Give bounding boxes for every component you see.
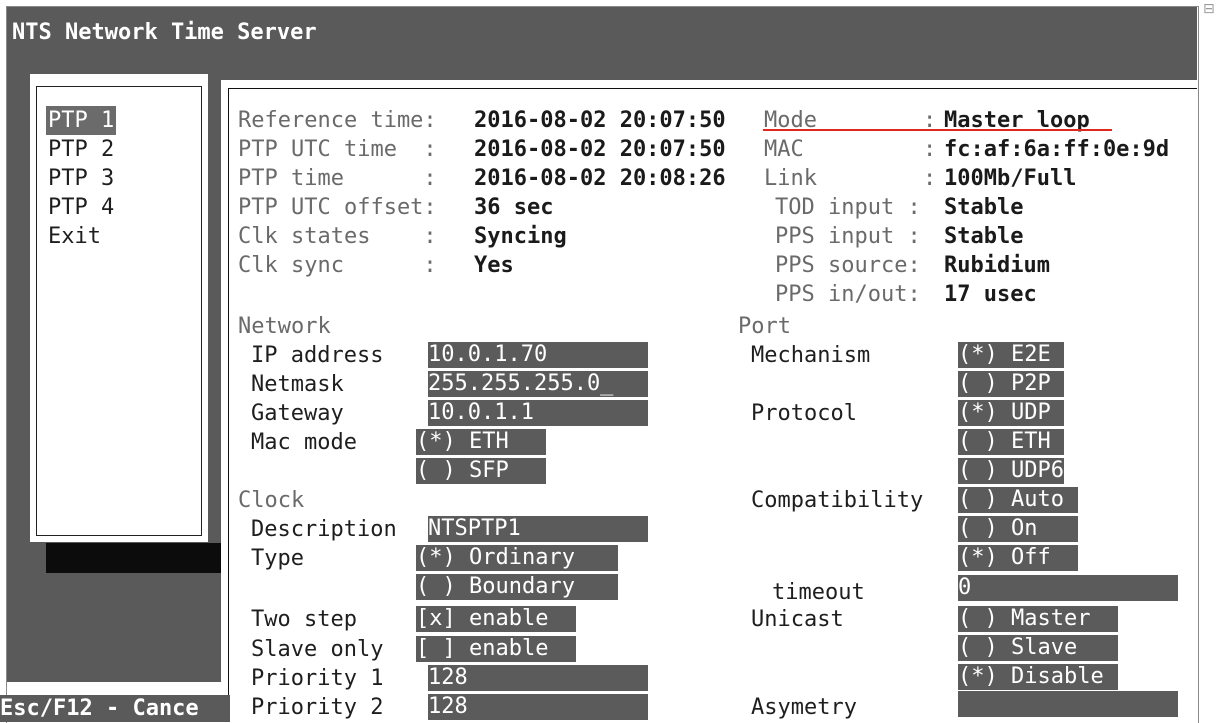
tod-input-value: Stable [944,195,1024,220]
mode-highlight-underline [763,129,1112,131]
network-heading: Network [238,314,331,339]
link-value: 100Mb/Full [944,166,1077,191]
gateway-input[interactable]: 10.0.1.1 [428,400,648,426]
priority2-input[interactable]: 128 [428,694,648,720]
netmask-input[interactable]: 255.255.255.0_ [428,371,648,397]
mechanism-option-p2p[interactable]: ( ) P2P [958,371,1064,397]
window-menu-icon[interactable]: ⊟ [1203,2,1215,16]
pps-input-label: PPS input : [775,224,921,249]
ip-address-input[interactable]: 10.0.1.70 [428,342,648,368]
mac-label: MAC : [764,137,937,162]
clk-sync-label: Clk sync : [238,253,437,278]
asymetry-input[interactable] [958,691,1178,717]
menu-item-ptp4[interactable]: PTP 4 [46,193,116,222]
protocol-option-eth[interactable]: ( ) ETH [958,429,1064,455]
tod-input-label: TOD input : [775,195,921,220]
netmask-label: Netmask [251,372,344,397]
panel-border-top [228,88,1197,89]
pps-source-label: PPS source: [775,253,921,278]
clk-states-value: Syncing [474,224,567,249]
pps-source-value: Rubidium [944,253,1050,278]
menu-item-ptp3[interactable]: PTP 3 [46,164,116,193]
mechanism-option-e2e[interactable]: (*) E2E [958,342,1064,368]
panel-border-left [228,88,229,722]
unicast-option-master[interactable]: ( ) Master [958,606,1118,632]
reference-time-label: Reference time: [238,108,437,133]
mac-mode-option-sfp[interactable]: ( ) SFP [416,458,546,484]
ptp-utc-time-value: 2016-08-02 20:07:50 [474,137,726,162]
gateway-label: Gateway [251,401,344,426]
description-input[interactable]: NTSPTP1 [428,516,648,542]
clk-states-label: Clk states : [238,224,437,249]
mac-value: fc:af:6a:ff:0e:9d [944,137,1170,162]
compatibility-label: Compatibility [751,488,924,513]
unicast-option-disable[interactable]: (*) Disable [958,664,1118,690]
cancel-hint[interactable]: Esc/F12 - Cance [0,695,199,722]
ip-address-label: IP address [251,343,384,368]
priority1-label: Priority 1 [251,666,384,691]
priority2-label: Priority 2 [251,695,384,720]
timeout-input[interactable]: 0 [958,575,1178,601]
menu-item-ptp1[interactable]: PTP 1 [46,106,117,135]
unicast-option-slave[interactable]: ( ) Slave [958,635,1118,661]
priority1-input[interactable]: 128 [428,665,648,691]
ptp-time-value: 2016-08-02 20:08:26 [474,166,726,191]
link-label: Link : [764,166,937,191]
ptp-utc-offset-value: 36 sec [474,195,554,220]
ptp-time-label: PTP time : [238,166,437,191]
timeout-label: timeout [772,580,865,605]
clock-heading: Clock [238,488,305,513]
window-title: NTS Network Time Server [12,20,317,45]
mac-mode-option-eth[interactable]: (*) ETH [416,429,546,455]
type-option-boundary[interactable]: ( ) Boundary [416,574,618,600]
ptp-utc-offset-label: PTP UTC offset: [238,195,437,220]
type-label: Type [251,546,304,571]
two-step-checkbox[interactable]: [x] enable [416,606,576,632]
menu-item-ptp2[interactable]: PTP 2 [46,135,116,164]
menu-item-exit[interactable]: Exit [46,222,103,251]
unicast-label: Unicast [751,607,844,632]
type-option-ordinary[interactable]: (*) Ordinary [416,545,618,571]
menu-shadow [46,543,222,573]
asymetry-label: Asymetry [751,695,857,720]
slave-only-checkbox[interactable]: [ ] enable [416,636,576,662]
slave-only-label: Slave only [251,637,384,662]
two-step-label: Two step [251,607,357,632]
protocol-label: Protocol [751,401,857,426]
protocol-option-udp[interactable]: (*) UDP [958,400,1064,426]
protocol-option-udp6[interactable]: ( ) UDP6 [958,458,1064,484]
reference-time-value: 2016-08-02 20:07:50 [474,108,726,133]
mac-mode-label: Mac mode [251,430,357,455]
pps-in-out-label: PPS in/out: [775,282,921,307]
description-label: Description [251,517,397,542]
pps-input-value: Stable [944,224,1024,249]
compatibility-option-off[interactable]: (*) Off [958,545,1078,571]
pps-in-out-value: 17 usec [944,282,1037,307]
mechanism-label: Mechanism [751,343,871,368]
clk-sync-value: Yes [474,253,514,278]
compatibility-option-on[interactable]: ( ) On [958,516,1078,542]
port-heading: Port [738,314,791,339]
compatibility-option-auto[interactable]: ( ) Auto [958,487,1078,513]
ptp-utc-time-label: PTP UTC time : [238,137,437,162]
